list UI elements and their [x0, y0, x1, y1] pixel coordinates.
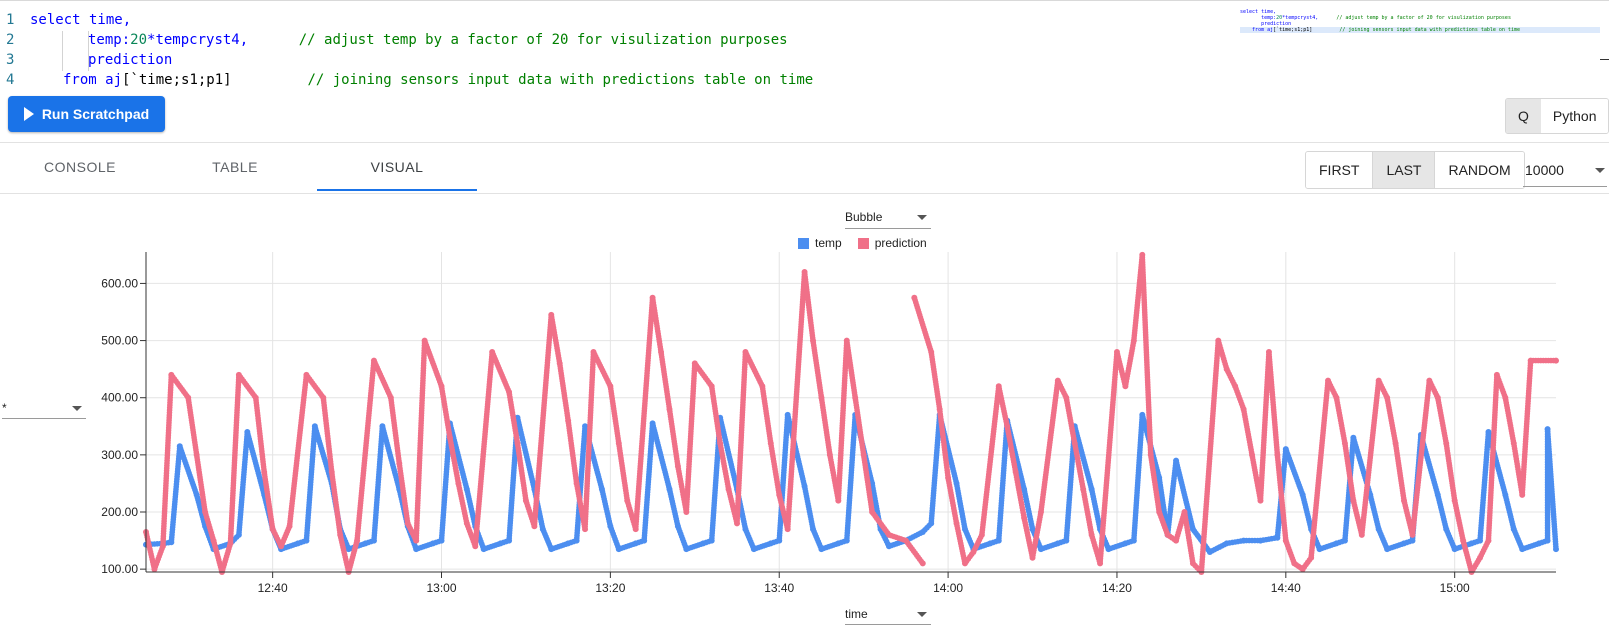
- scatter-chart: 100.00200.00300.00400.00500.00600.0012:4…: [101, 251, 1559, 595]
- minimap-line: from aj[`time;s1;p1] // joining sensors …: [1240, 27, 1600, 33]
- line-number: 1: [6, 12, 15, 28]
- code-text: prediction: [88, 52, 173, 68]
- prediction-point: [919, 560, 926, 567]
- tab-visual[interactable]: VISUAL: [317, 143, 477, 191]
- language-toggle: Q Python: [1505, 98, 1609, 134]
- line-number: 2: [6, 32, 15, 48]
- code-minimap[interactable]: select time, temp:20*tempcryst4, // adju…: [1240, 9, 1600, 89]
- line-number: 4: [6, 72, 15, 88]
- visual-panel: 100.00 200.00 300.00 400.00 500.00 600.00 12:4…: [0, 194, 1609, 634]
- tab-console[interactable]: CONSOLE: [0, 143, 160, 191]
- run-scratchpad-label: Run Scratchpad: [41, 106, 150, 122]
- code-text: from aj[`time;s1;p1] // joining sensors …: [63, 72, 814, 88]
- minimap-scroll-marker: [1600, 59, 1609, 60]
- temp-point: [1553, 546, 1559, 553]
- sample-last-button[interactable]: LAST: [1373, 152, 1436, 188]
- toolbar: Run Scratchpad Q Python: [0, 92, 1609, 143]
- line-number: 3: [6, 52, 15, 68]
- indent-guide: [62, 31, 63, 71]
- code-editor[interactable]: 1 select time, 2 temp:20*tempcryst4, // adj…: [0, 0, 1609, 93]
- sample-first-button[interactable]: FIRST: [1306, 152, 1374, 188]
- language-q-button[interactable]: Q: [1506, 99, 1541, 133]
- run-scratchpad-button[interactable]: Run Scratchpad: [8, 96, 165, 132]
- code-text: temp:20*tempcryst4, // adjust temp by a …: [88, 32, 788, 48]
- output-tabs: CONSOLE TABLE VISUAL FIRST LAST RANDOM 1…: [0, 143, 1609, 194]
- row-count-value: 10000: [1525, 162, 1564, 178]
- code-text: select time,: [30, 12, 132, 28]
- chevron-down-icon: [1595, 168, 1605, 173]
- row-count-select[interactable]: 10000: [1523, 153, 1607, 187]
- tab-table[interactable]: TABLE: [155, 143, 315, 191]
- language-python-button[interactable]: Python: [1540, 99, 1609, 133]
- play-icon: [23, 107, 34, 121]
- sample-random-button[interactable]: RANDOM: [1435, 152, 1524, 188]
- sampling-options: FIRST LAST RANDOM: [1305, 151, 1525, 189]
